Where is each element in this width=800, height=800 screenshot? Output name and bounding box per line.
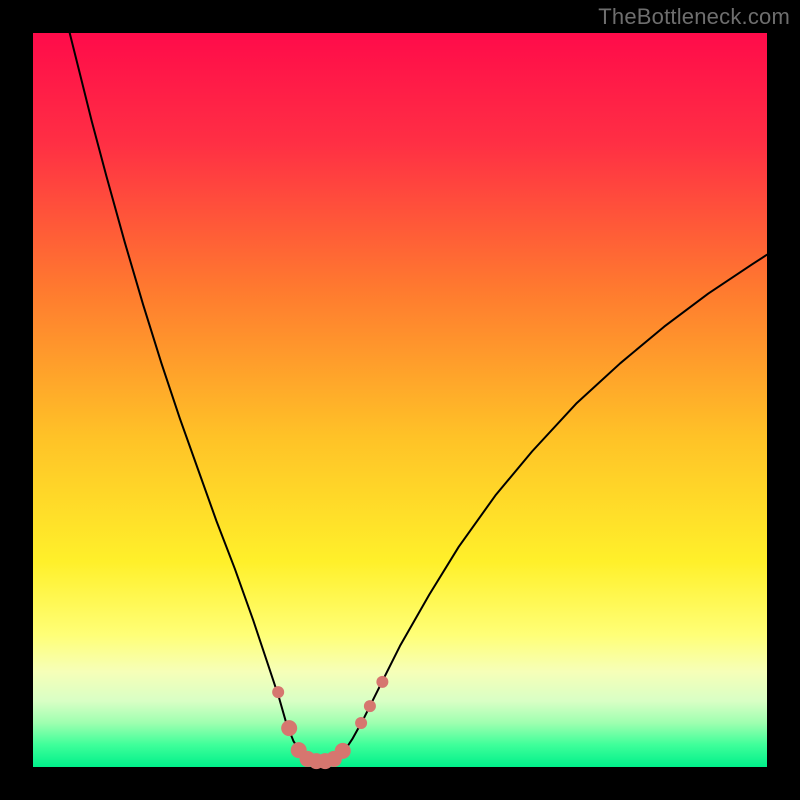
fit-marker	[376, 676, 388, 688]
fit-marker	[355, 717, 367, 729]
fit-marker	[281, 720, 297, 736]
watermark-text: TheBottleneck.com	[598, 4, 790, 30]
fit-marker	[364, 700, 376, 712]
plot-background	[33, 33, 767, 767]
fit-marker	[272, 686, 284, 698]
bottleneck-chart	[0, 0, 800, 800]
fit-marker	[335, 743, 351, 759]
chart-frame: TheBottleneck.com	[0, 0, 800, 800]
